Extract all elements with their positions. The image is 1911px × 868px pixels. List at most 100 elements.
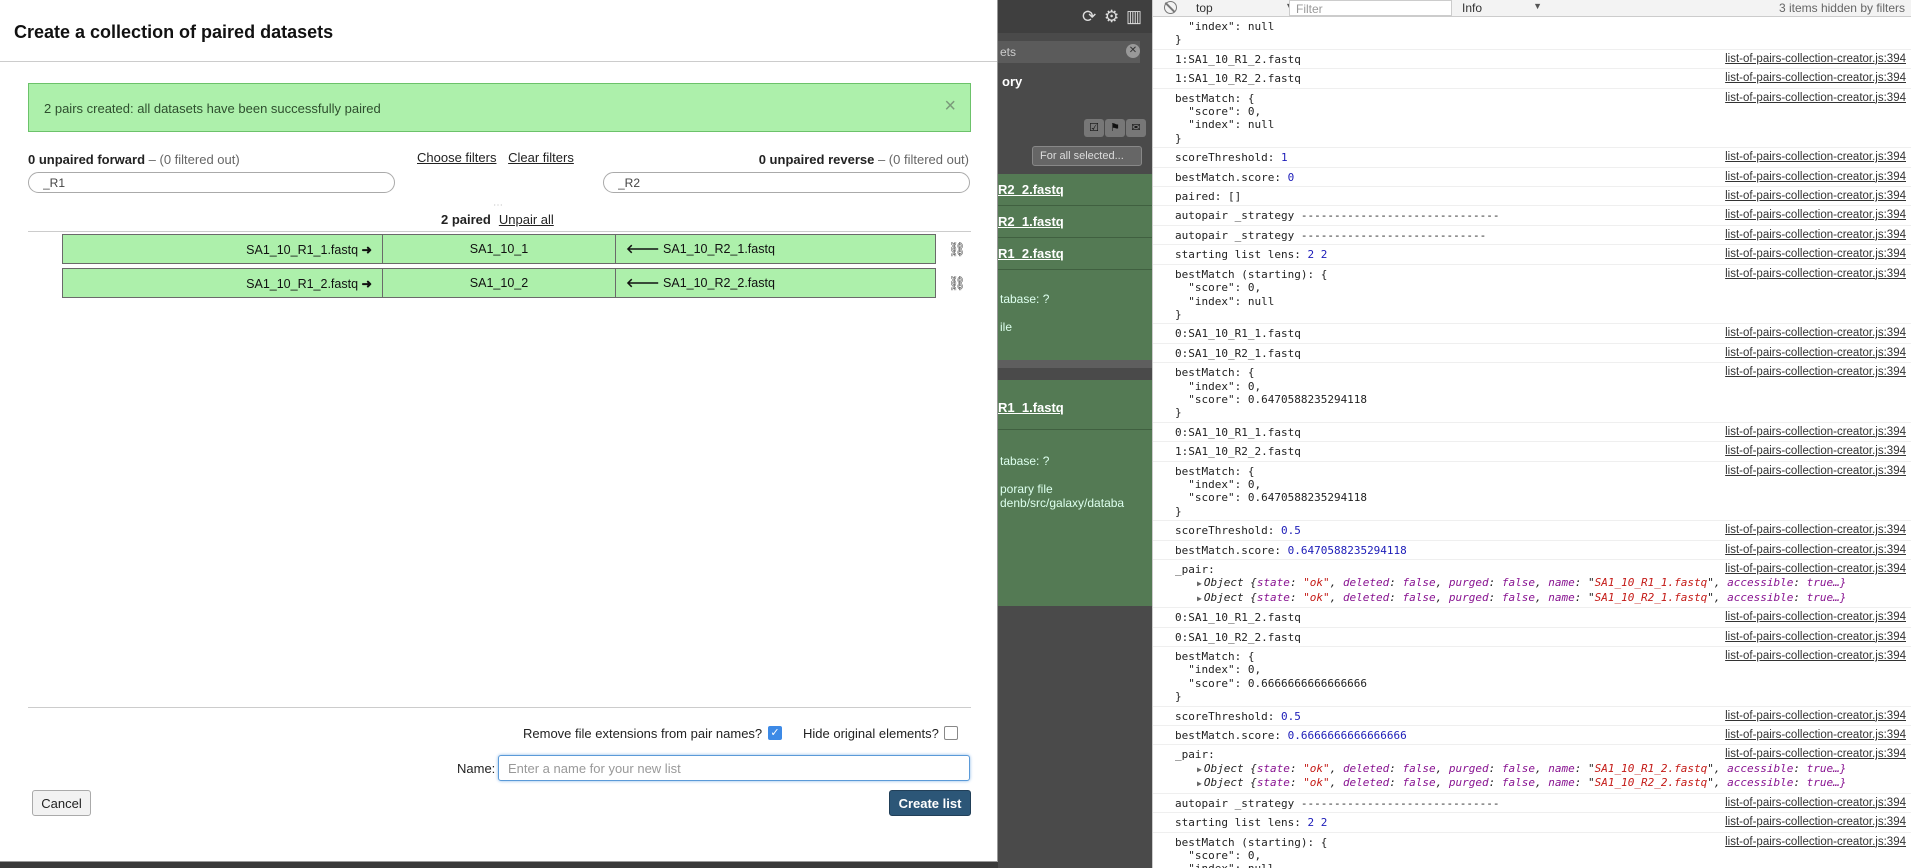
pair-forward[interactable]: SA1_10_R1_1.fastq ➜	[63, 235, 383, 263]
refresh-icon[interactable]: ⟳	[1082, 7, 1096, 27]
console-message: 0:SA1_10_R1_1.fastq	[1175, 425, 1301, 439]
console-line: bestMatch: { "index": 0, "score": 0.6666…	[1153, 647, 1911, 707]
dataset-item[interactable]: R2_2.fastq	[998, 174, 1152, 206]
console-source-link[interactable]: list-of-pairs-collection-creator.js:394	[1725, 426, 1906, 439]
check-icon[interactable]: ☑	[1084, 119, 1104, 137]
console-line: bestMatch.score: 0 list-of-pairs-collecti…	[1153, 168, 1911, 188]
dataset-title[interactable]: R1_2.fastq	[998, 246, 1064, 261]
create-list-button[interactable]: Create list	[889, 790, 971, 816]
log-level-select[interactable]: Info ▼	[1462, 1, 1542, 15]
choose-filters-link[interactable]: Choose filters	[417, 150, 496, 165]
console-source-link[interactable]: list-of-pairs-collection-creator.js:394	[1725, 524, 1906, 537]
columns-icon[interactable]: ▥	[1126, 7, 1142, 27]
console-source-link[interactable]: list-of-pairs-collection-creator.js:394	[1725, 171, 1906, 184]
console-source-link[interactable]: list-of-pairs-collection-creator.js:394	[1725, 836, 1906, 849]
history-search[interactable]: ets ✕	[998, 41, 1140, 63]
console-source-link[interactable]: list-of-pairs-collection-creator.js:394	[1725, 72, 1906, 85]
dataset-title[interactable]: R2_2.fastq	[998, 182, 1064, 197]
history-title: ory	[1002, 74, 1023, 89]
object-token: accessible	[1727, 776, 1794, 790]
tags-icon[interactable]: ⚑	[1105, 119, 1125, 137]
console-source-link[interactable]: list-of-pairs-collection-creator.js:394	[1725, 544, 1906, 557]
console-source-link[interactable]: list-of-pairs-collection-creator.js:394	[1725, 797, 1906, 810]
console-source-link[interactable]: list-of-pairs-collection-creator.js:394	[1725, 611, 1906, 624]
console-object[interactable]: ▶ Object {state: "ok", deleted: false, pu…	[1175, 591, 1911, 605]
console-source-link[interactable]: list-of-pairs-collection-creator.js:394	[1725, 650, 1906, 663]
object-token: :	[1488, 576, 1502, 590]
console-source-link[interactable]: list-of-pairs-collection-creator.js:394	[1725, 92, 1906, 105]
paired-count: 2 paired	[441, 212, 491, 227]
unpair-all-link[interactable]: Unpair all	[499, 212, 554, 227]
paired-row[interactable]: SA1_10_R1_2.fastq ➜ SA1_10_2 🡐 SA1_10_R2…	[62, 268, 936, 298]
clear-search-icon[interactable]: ✕	[1126, 44, 1140, 58]
console-source-link[interactable]: list-of-pairs-collection-creator.js:394	[1725, 327, 1906, 340]
resize-handle[interactable]: ⋯	[493, 200, 504, 211]
hide-original-checkbox[interactable]	[944, 726, 958, 740]
console-message: paired: []	[1175, 190, 1242, 204]
console-source-link[interactable]: list-of-pairs-collection-creator.js:394	[1725, 710, 1906, 723]
dataset-item[interactable]: R1_2.fastq	[998, 238, 1152, 270]
object-token: :	[1389, 761, 1403, 775]
name-label: Name:	[457, 761, 496, 776]
console-source-link[interactable]: list-of-pairs-collection-creator.js:394	[1725, 816, 1906, 829]
console-object[interactable]: ▶ Object {state: "ok", deleted: false, pu…	[1175, 776, 1911, 790]
object-token: true…}	[1806, 590, 1847, 604]
console-source-link[interactable]: list-of-pairs-collection-creator.js:394	[1725, 445, 1906, 458]
pair-forward[interactable]: SA1_10_R1_2.fastq ➜	[63, 269, 383, 297]
object-token: :	[1488, 776, 1502, 790]
unpair-link-icon[interactable]: ⛓	[948, 240, 966, 258]
console-filter-input[interactable]: Filter	[1289, 0, 1452, 16]
console-source-link[interactable]: list-of-pairs-collection-creator.js:394	[1725, 748, 1906, 761]
pair-name[interactable]: SA1_10_2	[383, 269, 616, 297]
dataset-title[interactable]: R1_1.fastq	[998, 400, 1064, 415]
clear-filters-link[interactable]: Clear filters	[508, 150, 574, 165]
remove-extensions-checkbox[interactable]: ✓	[768, 726, 782, 740]
pair-reverse[interactable]: 🡐 SA1_10_R2_1.fastq	[616, 235, 935, 263]
console-object[interactable]: ▶ Object {state: "ok", deleted: false, pu…	[1175, 576, 1911, 590]
object-token: true…}	[1806, 576, 1847, 590]
unpair-link-icon[interactable]: ⛓	[948, 274, 966, 292]
console-source-link[interactable]: list-of-pairs-collection-creator.js:394	[1725, 151, 1906, 164]
console-object[interactable]: ▶ Object {state: "ok", deleted: false, pu…	[1175, 762, 1911, 776]
pair-reverse-name: SA1_10_R2_1.fastq	[663, 242, 775, 256]
modal-title: Create a collection of paired datasets	[14, 22, 334, 42]
dataset-title[interactable]: R2_1.fastq	[998, 214, 1064, 229]
dataset-item[interactable]: R2_1.fastq	[998, 206, 1152, 238]
object-token: purged	[1448, 576, 1489, 590]
console-source-link[interactable]: list-of-pairs-collection-creator.js:394	[1725, 209, 1906, 222]
console-source-link[interactable]: list-of-pairs-collection-creator.js:394	[1725, 729, 1906, 742]
object-token: false	[1402, 761, 1436, 775]
collection-name-input[interactable]	[498, 755, 970, 781]
pair-name[interactable]: SA1_10_1	[383, 235, 616, 263]
console-source-link[interactable]: list-of-pairs-collection-creator.js:394	[1725, 631, 1906, 644]
forward-filter-input[interactable]	[28, 172, 395, 193]
dataset-item[interactable]: R1_1.fastq	[998, 380, 1152, 430]
console-source-link[interactable]: list-of-pairs-collection-creator.js:394	[1725, 366, 1906, 379]
console-source-link[interactable]: list-of-pairs-collection-creator.js:394	[1725, 53, 1906, 66]
section-divider	[28, 231, 971, 232]
comment-icon[interactable]: ✉	[1126, 119, 1146, 137]
object-token: name	[1548, 576, 1575, 590]
console-line: bestMatch (starting): { "score": 0, "ind…	[1153, 265, 1911, 325]
cancel-button[interactable]: Cancel	[32, 790, 91, 816]
console-source-link[interactable]: list-of-pairs-collection-creator.js:394	[1725, 347, 1906, 360]
context-select[interactable]: top▼	[1196, 1, 1298, 15]
console-line: starting list lens: 2 2 list-of-pairs-col…	[1153, 245, 1911, 265]
clear-console-icon[interactable]	[1164, 1, 1177, 14]
divider	[998, 360, 1152, 368]
paired-row[interactable]: SA1_10_R1_1.fastq ➜ SA1_10_1 🡐 SA1_10_R2…	[62, 234, 936, 264]
console-source-link[interactable]: list-of-pairs-collection-creator.js:394	[1725, 190, 1906, 203]
console-source-link[interactable]: list-of-pairs-collection-creator.js:394	[1725, 229, 1906, 242]
for-all-selected-button[interactable]: For all selected...	[1032, 146, 1142, 166]
gear-icon[interactable]: ⚙	[1104, 7, 1119, 27]
console-source-link[interactable]: list-of-pairs-collection-creator.js:394	[1725, 248, 1906, 261]
object-token: ",	[1707, 576, 1728, 590]
reverse-filter-input[interactable]	[603, 172, 970, 193]
console-source-link[interactable]: list-of-pairs-collection-creator.js:394	[1725, 465, 1906, 478]
close-icon[interactable]: ×	[944, 95, 956, 118]
console-source-link[interactable]: list-of-pairs-collection-creator.js:394	[1725, 563, 1906, 576]
console-message: autopair _strategy ---------------------…	[1175, 209, 1500, 223]
object-token: true…}	[1806, 761, 1847, 775]
pair-reverse[interactable]: 🡐 SA1_10_R2_2.fastq	[616, 269, 935, 297]
console-source-link[interactable]: list-of-pairs-collection-creator.js:394	[1725, 268, 1906, 281]
